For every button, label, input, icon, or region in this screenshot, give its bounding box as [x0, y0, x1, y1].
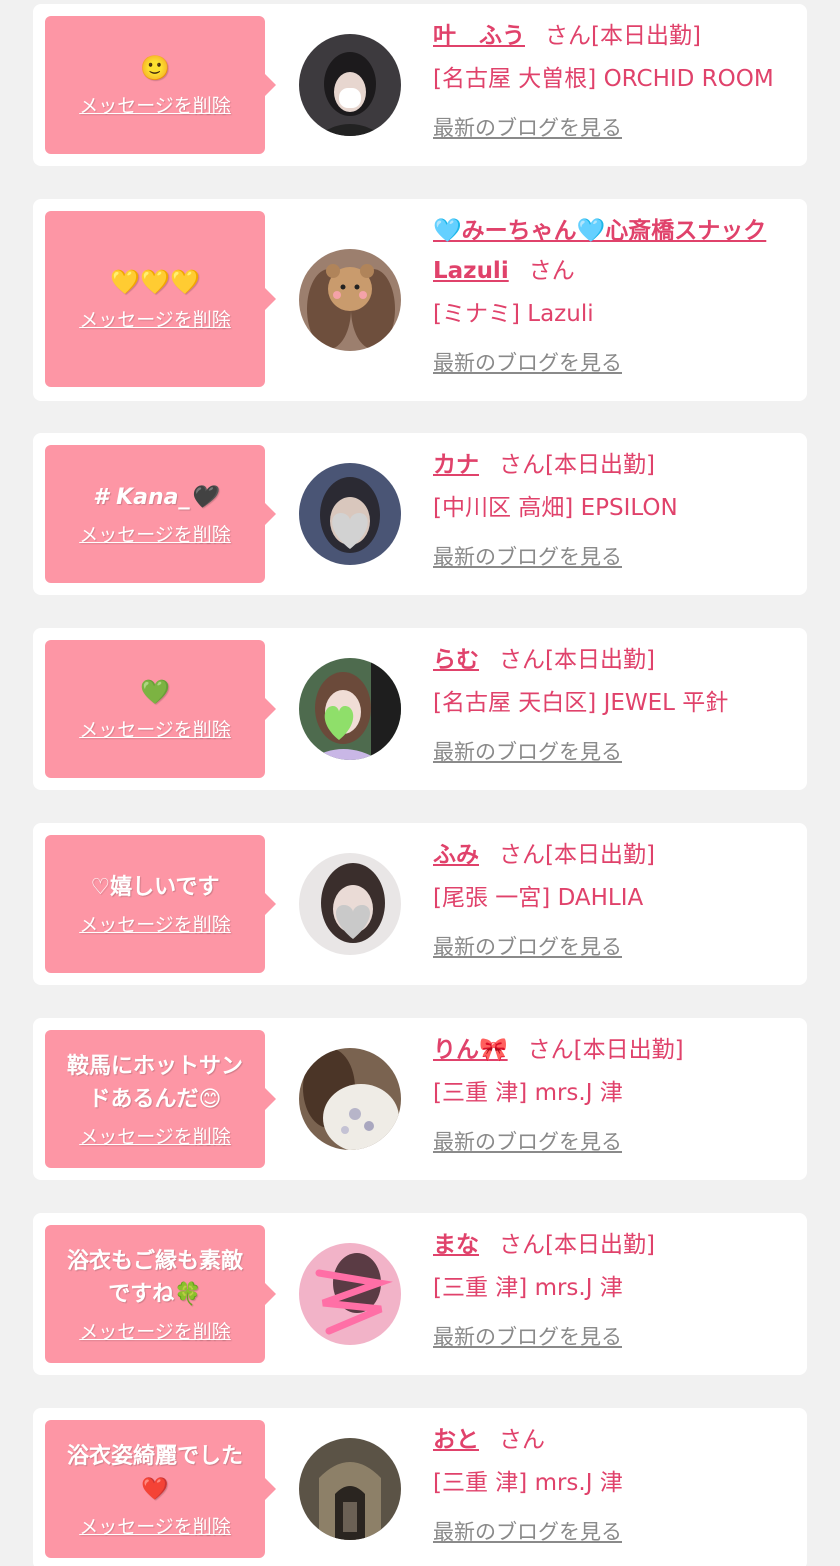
list-item: # Kana_🖤 メッセージを削除 カナ さん[本日出勤] [中川区 高畑] EP… — [33, 433, 807, 595]
message-text: 浴衣もご縁も素敵ですね🍀 — [66, 1248, 243, 1307]
avatar[interactable] — [299, 658, 401, 760]
entry-info: りん🎀 さん[本日出勤] [三重 津] mrs.J 津 最新のブログを見る — [433, 1030, 793, 1157]
avatar[interactable] — [299, 249, 401, 351]
message-text: 💛💛💛 — [110, 268, 200, 296]
woman-with-heart-sticker-icon — [299, 658, 401, 760]
latest-blog-link[interactable]: 最新のブログを見る — [433, 1517, 622, 1547]
message-text: # Kana_🖤 — [93, 485, 217, 510]
list-item: 鞍馬にホットサンドあるんだ😊 メッセージを削除 りん🎀 さん[本日出勤] [三重 … — [33, 1018, 807, 1180]
shop-label: [三重 津] mrs.J 津 — [433, 1080, 623, 1106]
shop-label: [中川区 高畑] EPSILON — [433, 495, 678, 521]
blurred-face-icon — [299, 853, 401, 955]
message-bubble: 浴衣もご縁も素敵ですね🍀 メッセージを削除 — [45, 1225, 276, 1363]
message-bubble: 🙂 メッセージを削除 — [45, 16, 276, 154]
message-text: 💚 — [140, 678, 170, 706]
message-bubble: 浴衣姿綺麗でした❤️ メッセージを削除 — [45, 1420, 276, 1558]
message-text: 浴衣姿綺麗でした❤️ — [66, 1443, 243, 1502]
woman-portrait-icon — [299, 34, 401, 136]
pink-scribble-icon — [299, 1243, 401, 1345]
entry-info: 叶 ふう さん[本日出勤] [名古屋 大曽根] ORCHID ROOM 最新のブロ… — [433, 16, 793, 143]
avatar[interactable] — [299, 463, 401, 565]
entry-info: ふみ さん[本日出勤] [尾張 一宮] DAHLIA 最新のブログを見る — [433, 835, 793, 962]
cast-status: さん — [499, 1427, 545, 1453]
entry-info: おと さん [三重 津] mrs.J 津 最新のブログを見る — [433, 1420, 793, 1547]
entry-info: 🩵みーちゃん🩵心斎橋スナックLazuli さん [ミナミ] Lazuli 最新のブ… — [433, 211, 793, 378]
message-bubble: ♡嬉しいです メッセージを削除 — [45, 835, 276, 973]
list-item: 🙂 メッセージを削除 叶 ふう さん[本日出勤] [名古屋 大曽根] ORCHID… — [33, 4, 807, 166]
doorway-icon — [299, 1438, 401, 1540]
latest-blog-link[interactable]: 最新のブログを見る — [433, 1322, 622, 1352]
entry-info: らむ さん[本日出勤] [名古屋 天白区] JEWEL 平針 最新のブログを見る — [433, 640, 793, 767]
cast-status: さん[本日出勤] — [499, 842, 655, 868]
delete-message-link[interactable]: メッセージを削除 — [79, 520, 231, 547]
shop-label: [三重 津] mrs.J 津 — [433, 1470, 623, 1496]
delete-message-link[interactable]: メッセージを削除 — [79, 1122, 231, 1149]
message-text: 🙂 — [140, 54, 170, 82]
list-item: 💚 メッセージを削除 らむ さん[本日出勤] [名古屋 天白区] JEWEL 平針… — [33, 628, 807, 790]
list-item: 💛💛💛 メッセージを削除 🩵みーちゃん🩵心斎橋スナックLazuli さん [ミナ… — [33, 199, 807, 401]
blurred-face-icon — [299, 463, 401, 565]
shop-label: [ミナミ] Lazuli — [433, 301, 594, 327]
delete-message-link[interactable]: メッセージを削除 — [79, 910, 231, 937]
shop-label: [名古屋 天白区] JEWEL 平針 — [433, 690, 729, 716]
latest-blog-link[interactable]: 最新のブログを見る — [433, 737, 622, 767]
cast-status: さん[本日出勤] — [499, 647, 655, 673]
cast-name-link[interactable]: まな — [433, 1232, 479, 1258]
cast-status: さん[本日出勤] — [527, 1037, 684, 1063]
cast-name-link[interactable]: らむ — [433, 647, 479, 673]
latest-blog-link[interactable]: 最新のブログを見る — [433, 113, 622, 143]
shop-label: [名古屋 大曽根] ORCHID ROOM — [433, 66, 774, 92]
shop-label: [尾張 一宮] DAHLIA — [433, 885, 644, 911]
cast-name-link[interactable]: ふみ — [433, 842, 479, 868]
cast-name-link[interactable]: おと — [433, 1427, 479, 1453]
message-text: ♡嬉しいです — [90, 875, 220, 900]
list-item: 浴衣もご縁も素敵ですね🍀 メッセージを削除 まな さん[本日出勤] [三重 津] … — [33, 1213, 807, 1375]
latest-blog-link[interactable]: 最新のブログを見る — [433, 542, 622, 572]
cast-status: さん — [528, 258, 575, 284]
message-bubble: 💛💛💛 メッセージを削除 — [45, 211, 276, 387]
avatar[interactable] — [299, 34, 401, 136]
cast-status: さん[本日出勤] — [499, 1232, 655, 1258]
cast-name-link[interactable]: カナ — [433, 452, 479, 478]
avatar[interactable] — [299, 1438, 401, 1540]
delete-message-link[interactable]: メッセージを削除 — [79, 305, 231, 332]
avatar[interactable] — [299, 1243, 401, 1345]
delete-message-link[interactable]: メッセージを削除 — [79, 1317, 231, 1344]
flower-dress-icon — [299, 1048, 401, 1150]
message-bubble: 💚 メッセージを削除 — [45, 640, 276, 778]
list-item: 浴衣姿綺麗でした❤️ メッセージを削除 おと さん [三重 津] mrs.J 津 … — [33, 1408, 807, 1566]
latest-blog-link[interactable]: 最新のブログを見る — [433, 932, 622, 962]
cast-name-link[interactable]: 🩵みーちゃん🩵心斎橋スナックLazuli — [433, 218, 766, 284]
delete-message-link[interactable]: メッセージを削除 — [79, 1512, 231, 1539]
message-bubble: # Kana_🖤 メッセージを削除 — [45, 445, 276, 583]
latest-blog-link[interactable]: 最新のブログを見る — [433, 348, 622, 378]
delete-message-link[interactable]: メッセージを削除 — [79, 91, 231, 118]
message-bubble: 鞍馬にホットサンドあるんだ😊 メッセージを削除 — [45, 1030, 276, 1168]
delete-message-link[interactable]: メッセージを削除 — [79, 715, 231, 742]
avatar[interactable] — [299, 853, 401, 955]
avatar[interactable] — [299, 1048, 401, 1150]
shop-label: [三重 津] mrs.J 津 — [433, 1275, 623, 1301]
cast-name-link[interactable]: 叶 ふう — [433, 23, 525, 49]
cast-status: さん[本日出勤] — [545, 23, 701, 49]
latest-blog-link[interactable]: 最新のブログを見る — [433, 1127, 622, 1157]
message-text: 鞍馬にホットサンドあるんだ😊 — [66, 1053, 243, 1112]
cast-status: さん[本日出勤] — [499, 452, 655, 478]
list-item: ♡嬉しいです メッセージを削除 ふみ さん[本日出勤] [尾張 一宮] DAHLI… — [33, 823, 807, 985]
entry-info: カナ さん[本日出勤] [中川区 高畑] EPSILON 最新のブログを見る — [433, 445, 793, 572]
bear-sticker-icon — [299, 249, 401, 351]
entry-info: まな さん[本日出勤] [三重 津] mrs.J 津 最新のブログを見る — [433, 1225, 793, 1352]
cast-name-link[interactable]: りん🎀 — [433, 1037, 508, 1063]
